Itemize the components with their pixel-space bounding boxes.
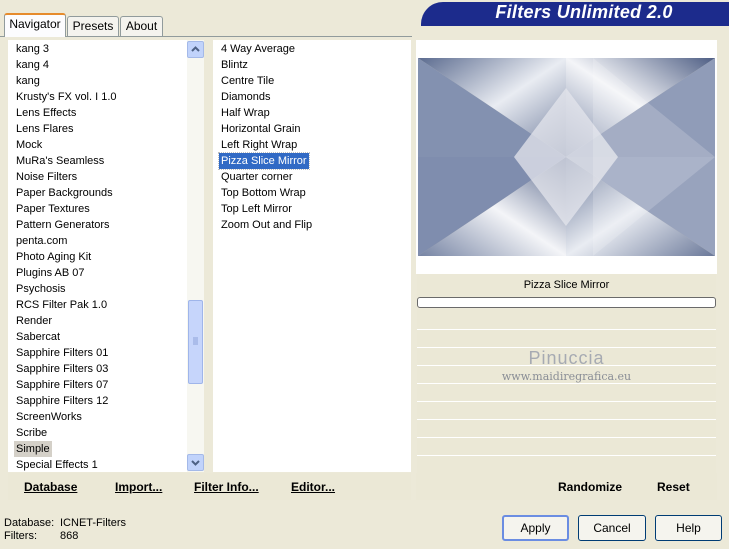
database-value: ICNET-Filters [60, 517, 126, 529]
category-item[interactable]: ScreenWorks [14, 409, 84, 425]
filter-item[interactable]: Horizontal Grain [219, 121, 302, 137]
database-label: Database: [4, 517, 55, 529]
filter-item[interactable]: Pizza Slice Mirror [218, 152, 310, 170]
category-item[interactable]: Pattern Generators [14, 217, 112, 233]
watermark-url: www.maidiregrafica.eu [501, 370, 632, 383]
category-item[interactable]: Scribe [14, 425, 49, 441]
preview-image [418, 58, 715, 256]
category-item[interactable]: kang 3 [14, 41, 51, 57]
scroll-up-button[interactable] [187, 41, 204, 58]
category-item[interactable]: Photo Aging Kit [14, 249, 93, 265]
watermark-name: Pinuccia [528, 348, 605, 368]
grip-icon [193, 337, 198, 345]
scroll-thumb[interactable] [188, 300, 203, 384]
filter-item[interactable]: Left Right Wrap [219, 137, 299, 153]
category-item[interactable]: MuRa's Seamless [14, 153, 106, 169]
import-button[interactable]: Import... [115, 479, 162, 495]
editor-button[interactable]: Editor... [291, 479, 335, 495]
category-item[interactable]: Noise Filters [14, 169, 79, 185]
filters-count: 868 [60, 530, 79, 542]
filter-info-button[interactable]: Filter Info... [194, 479, 259, 495]
category-item[interactable]: Plugins AB 07 [14, 265, 87, 281]
category-item[interactable]: Lens Effects [14, 105, 78, 121]
cancel-button[interactable]: Cancel [578, 515, 646, 541]
chevron-down-icon [191, 460, 200, 466]
randomize-button[interactable]: Randomize [558, 479, 622, 495]
filter-item[interactable]: Top Left Mirror [219, 201, 294, 217]
app-title: Filters Unlimited 2.0 [495, 2, 673, 22]
apply-button[interactable]: Apply [502, 515, 569, 541]
category-item[interactable]: Lens Flares [14, 121, 75, 137]
filter-item[interactable]: 4 Way Average [219, 41, 297, 57]
category-item[interactable]: penta.com [14, 233, 69, 249]
tab-presets[interactable]: Presets [67, 16, 119, 36]
filter-item[interactable]: Top Bottom Wrap [219, 185, 308, 201]
category-item[interactable]: Paper Backgrounds [14, 185, 115, 201]
category-item[interactable]: RCS Filter Pak 1.0 [14, 297, 109, 313]
database-button[interactable]: Database [24, 479, 77, 495]
category-item[interactable]: Sapphire Filters 12 [14, 393, 110, 409]
category-item[interactable]: Paper Textures [14, 201, 92, 217]
category-item[interactable]: Sabercat [14, 329, 62, 345]
chevron-up-icon [191, 46, 200, 52]
category-item[interactable]: Psychosis [14, 281, 68, 297]
filter-item[interactable]: Half Wrap [219, 105, 272, 121]
filter-list[interactable]: 4 Way Average Blintz Centre Tile Diamonds Ha… [213, 40, 411, 472]
category-item[interactable]: Simple [14, 441, 52, 457]
category-item[interactable]: Krusty's FX vol. I 1.0 [14, 89, 119, 105]
category-list[interactable]: kang 3 kang 4 kang Krusty's FX vol. I 1.0 Le… [8, 40, 187, 472]
filter-item[interactable]: Diamonds [219, 89, 273, 105]
filters-label: Filters: [4, 530, 37, 542]
progress-bar [417, 297, 716, 308]
category-scrollbar[interactable] [187, 40, 204, 472]
scroll-down-button[interactable] [187, 454, 204, 471]
filter-item[interactable]: Quarter corner [219, 169, 295, 185]
selected-filter-label: Pizza Slice Mirror [417, 274, 716, 296]
category-item[interactable]: kang 4 [14, 57, 51, 73]
category-item[interactable]: Mock [14, 137, 44, 153]
category-item[interactable]: kang [14, 73, 42, 89]
filter-item[interactable]: Centre Tile [219, 73, 276, 89]
category-item[interactable]: Sapphire Filters 03 [14, 361, 110, 377]
category-item[interactable]: Special Effects 1 [14, 457, 100, 473]
filter-parameters [417, 309, 716, 473]
tab-about[interactable]: About [120, 16, 163, 36]
reset-button[interactable]: Reset [657, 479, 690, 495]
category-item[interactable]: Sapphire Filters 01 [14, 345, 110, 361]
category-item[interactable]: Render [14, 313, 54, 329]
help-button[interactable]: Help [655, 515, 722, 541]
filter-item[interactable]: Blintz [219, 57, 250, 73]
tab-navigator[interactable]: Navigator [4, 13, 66, 37]
category-item[interactable]: Sapphire Filters 07 [14, 377, 110, 393]
filter-item[interactable]: Zoom Out and Flip [219, 217, 314, 233]
